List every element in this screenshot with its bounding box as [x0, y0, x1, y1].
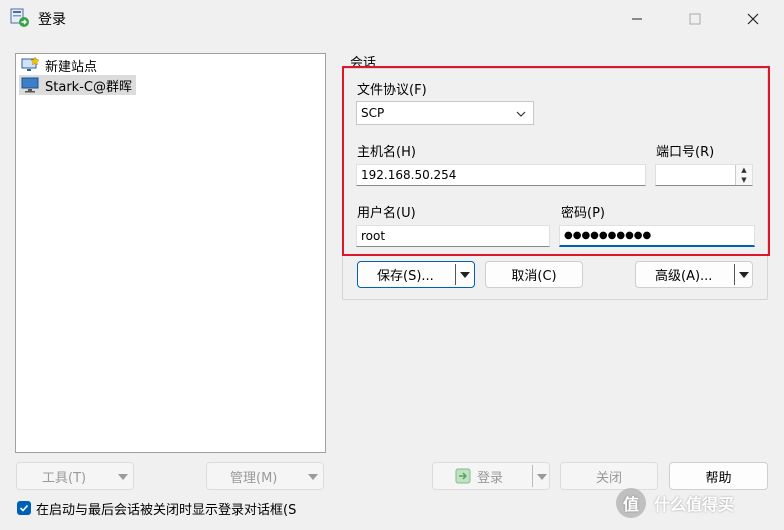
user-label: 用户名(U) [357, 206, 416, 221]
advanced-button[interactable]: 高级(A)... [635, 261, 753, 288]
password-input[interactable]: ●●●●●●●●●● [559, 225, 755, 247]
password-label: 密码(P) [561, 206, 605, 221]
site-tree-item-label: 新建站点 [45, 59, 98, 75]
spin-down-icon[interactable]: ▼ [736, 175, 752, 185]
new-site-icon [21, 56, 40, 73]
tools-button-label: 工具(T) [42, 470, 87, 486]
user-input[interactable]: root [356, 225, 550, 247]
login-button[interactable]: 登录 [432, 462, 550, 490]
site-tree[interactable]: 新建站点 Stark-C@群晖 [15, 53, 326, 453]
title-bar [0, 0, 784, 38]
save-button[interactable]: 保存(S)... [357, 261, 475, 288]
close-button[interactable]: 关闭 [560, 462, 658, 490]
host-label: 主机名(H) [357, 145, 416, 160]
split-divider [734, 264, 735, 285]
advanced-button-label: 高级(A)... [655, 269, 713, 284]
watermark: 值 什么值得买 [616, 488, 734, 518]
watermark-text: 什么值得买 [654, 495, 735, 514]
save-button-label: 保存(S)... [377, 269, 434, 284]
chevron-down-icon [118, 474, 128, 480]
watermark-logo: 值 [616, 488, 646, 518]
chevron-down-icon [537, 474, 547, 480]
monitor-icon [21, 77, 39, 93]
site-tree-item-new-site[interactable]: 新建站点 [19, 55, 101, 75]
spin-up-icon[interactable]: ▲ [736, 165, 752, 175]
port-label: 端口号(R) [656, 145, 715, 160]
show-login-checkbox[interactable] [17, 501, 31, 515]
host-input[interactable]: 192.168.50.254 [356, 164, 646, 186]
login-button-label: 登录 [477, 470, 504, 486]
manage-button[interactable]: 管理(M) [206, 462, 324, 490]
protocol-label: 文件协议(F) [357, 83, 427, 98]
cancel-button[interactable]: 取消(C) [485, 261, 583, 288]
chevron-down-icon [308, 474, 318, 480]
maximize-icon[interactable] [672, 0, 718, 38]
split-divider [455, 264, 456, 285]
site-tree-item-stark[interactable]: Stark-C@群晖 [19, 75, 136, 95]
minimize-icon[interactable] [614, 0, 660, 38]
window-title: 登录 [38, 12, 66, 28]
chevron-down-icon[interactable] [739, 272, 749, 278]
show-login-checkbox-label: 在启动与最后会话被关闭时显示登录对话框(S [36, 503, 297, 518]
manage-button-label: 管理(M) [230, 470, 278, 486]
port-spinner[interactable]: ▲ ▼ [655, 164, 753, 186]
protocol-select[interactable]: SCP [356, 101, 534, 125]
site-tree-item-label: Stark-C@群晖 [45, 79, 132, 95]
transfer-icon [10, 8, 30, 28]
port-spin-buttons[interactable]: ▲ ▼ [735, 165, 752, 185]
protocol-select-value: SCP [361, 106, 385, 120]
tools-button[interactable]: 工具(T) [16, 462, 134, 490]
help-button[interactable]: 帮助 [669, 462, 768, 490]
login-icon [455, 468, 471, 484]
chevron-down-icon [515, 108, 527, 118]
close-icon[interactable] [730, 0, 776, 38]
chevron-down-icon[interactable] [460, 272, 470, 278]
split-divider [532, 465, 533, 487]
